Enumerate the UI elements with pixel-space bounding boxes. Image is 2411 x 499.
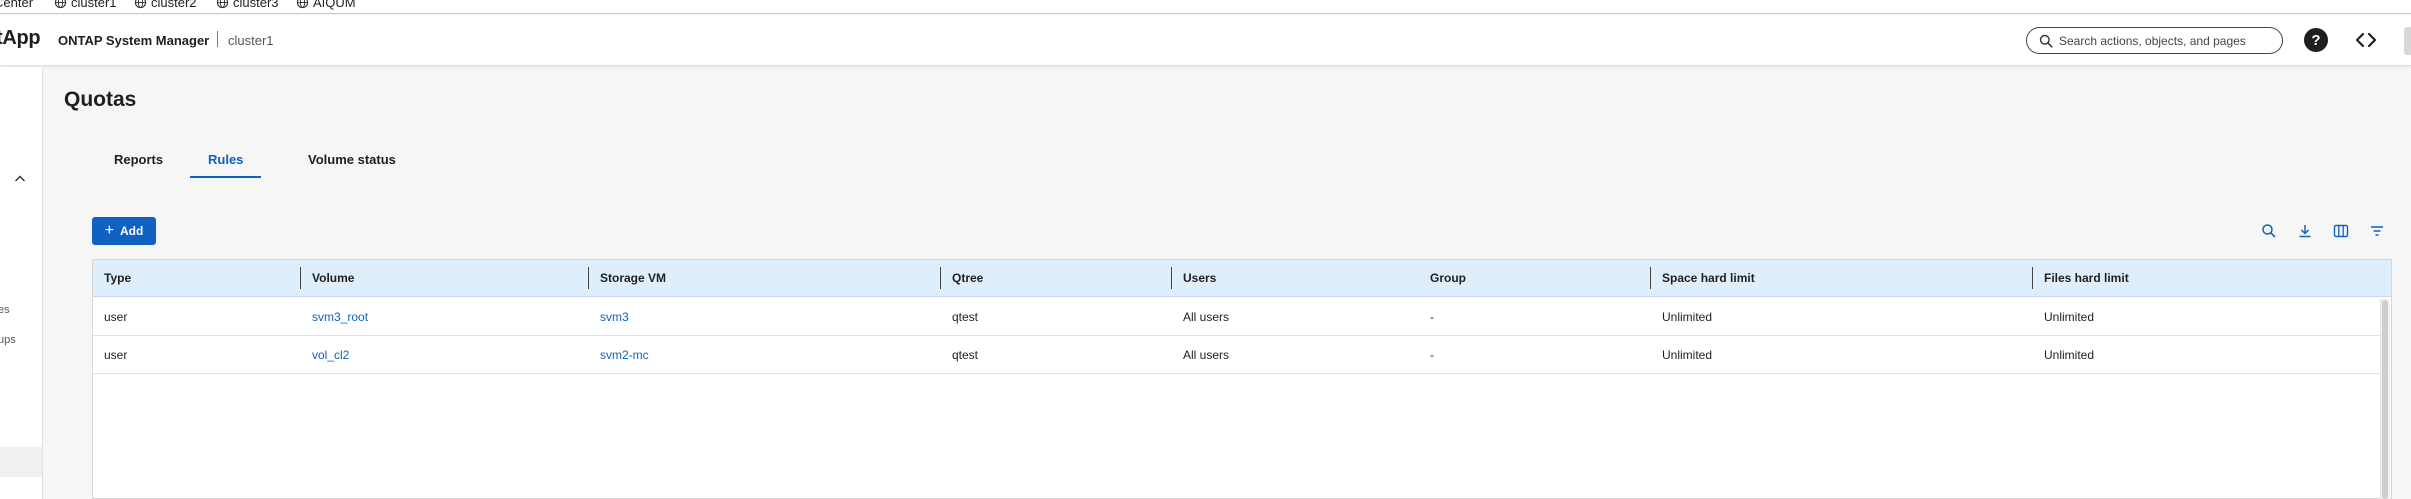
app-header: tApp ONTAP System Manager cluster1 ? [0, 15, 2411, 66]
help-icon[interactable]: ? [2304, 28, 2328, 52]
column-resizer[interactable] [1650, 267, 1651, 289]
bookmark-aiqum[interactable]: AIQUM [296, 0, 356, 10]
column-header-space-hard-limit[interactable]: Space hard limit [1662, 271, 1755, 285]
tab-volume-status[interactable]: Volume status [290, 146, 414, 178]
nav-item-fragment[interactable]: ups [0, 334, 16, 346]
bookmark-label: cluster1 [71, 0, 117, 10]
column-resizer[interactable] [1171, 267, 1172, 289]
nav-item-fragment[interactable]: es [0, 304, 10, 316]
bookmark-label: Center [0, 0, 34, 10]
add-button[interactable]: + Add [92, 217, 156, 245]
global-search[interactable] [2026, 27, 2283, 54]
plus-icon: + [104, 222, 114, 239]
nav-item-active[interactable] [0, 447, 42, 477]
cell-qtree: qtest [952, 348, 979, 362]
column-header-users[interactable]: Users [1183, 271, 1216, 285]
column-header-files-hard-limit[interactable]: Files hard limit [2044, 271, 2129, 285]
cell-qtree: qtest [952, 310, 979, 324]
column-header-volume[interactable]: Volume [312, 271, 354, 285]
cell-group: - [1430, 310, 1434, 324]
netapp-logo[interactable]: tApp [0, 27, 41, 50]
search-icon[interactable] [2260, 222, 2278, 240]
column-header-qtree[interactable]: Qtree [952, 271, 983, 285]
globe-icon [134, 0, 147, 9]
bookmark-label: AIQUM [313, 0, 356, 10]
cell-storage-vm-link[interactable]: svm3 [600, 310, 629, 324]
code-icon[interactable] [2354, 29, 2378, 51]
cell-space-hard-limit: Unlimited [1662, 348, 1713, 362]
column-header-storage-vm[interactable]: Storage VM [600, 271, 666, 285]
cell-volume-link[interactable]: svm3_root [312, 310, 368, 324]
left-navigation: es ups [0, 67, 43, 499]
bookmark-cluster2[interactable]: cluster2 [134, 0, 197, 10]
cell-users: All users [1183, 348, 1230, 362]
header-divider [217, 31, 218, 47]
column-resizer[interactable] [2032, 267, 2033, 289]
globe-icon [216, 0, 229, 9]
download-icon[interactable] [2296, 222, 2314, 240]
column-resizer[interactable] [940, 267, 941, 289]
cell-space-hard-limit: Unlimited [1662, 310, 1713, 324]
table-header: Type Volume Storage VM Qtree Users Group… [93, 260, 2391, 297]
bookmark-center[interactable]: Center [0, 0, 33, 10]
column-resizer[interactable] [588, 267, 589, 289]
cell-volume-link[interactable]: vol_cl2 [312, 348, 349, 362]
quota-rules-table: Type Volume Storage VM Qtree Users Group… [92, 259, 2392, 499]
columns-icon[interactable] [2332, 222, 2350, 240]
cell-type: user [104, 348, 128, 362]
cell-files-hard-limit: Unlimited [2044, 310, 2095, 324]
column-header-group[interactable]: Group [1430, 271, 1466, 285]
page-title: Quotas [64, 88, 137, 111]
table-scrollbar-thumb[interactable] [2382, 300, 2388, 499]
bookmark-cluster1[interactable]: cluster1 [54, 0, 117, 10]
globe-icon [296, 0, 309, 9]
bookmark-cluster3[interactable]: cluster3 [216, 0, 279, 10]
filter-icon[interactable] [2368, 222, 2386, 240]
search-icon [2039, 34, 2053, 48]
globe-icon [54, 0, 67, 9]
column-resizer[interactable] [300, 267, 301, 289]
app-name: ONTAP System Manager [58, 33, 210, 48]
tab-rules[interactable]: Rules [190, 146, 262, 178]
user-menu-edge[interactable] [2404, 27, 2411, 55]
add-button-label: Add [120, 224, 144, 238]
tab-reports[interactable]: Reports [96, 146, 181, 178]
bookmark-label: cluster2 [151, 0, 197, 10]
cell-files-hard-limit: Unlimited [2044, 348, 2095, 362]
table-row[interactable]: user vol_cl2 svm2-mc qtest All users - U… [93, 336, 2391, 374]
cluster-name: cluster1 [228, 33, 274, 48]
cell-users: All users [1183, 310, 1230, 324]
bookmarks-bar: Center cluster1 cluster2 cluster3 AIQUM [0, 0, 2411, 14]
cell-group: - [1430, 348, 1434, 362]
chevron-up-icon[interactable] [14, 174, 26, 182]
column-header-type[interactable]: Type [104, 271, 131, 285]
bookmark-label: cluster3 [233, 0, 279, 10]
table-row[interactable]: user svm3_root svm3 qtest All users - Un… [93, 298, 2391, 336]
search-input[interactable] [2059, 33, 2279, 48]
cell-type: user [104, 310, 128, 324]
cell-storage-vm-link[interactable]: svm2-mc [600, 348, 649, 362]
